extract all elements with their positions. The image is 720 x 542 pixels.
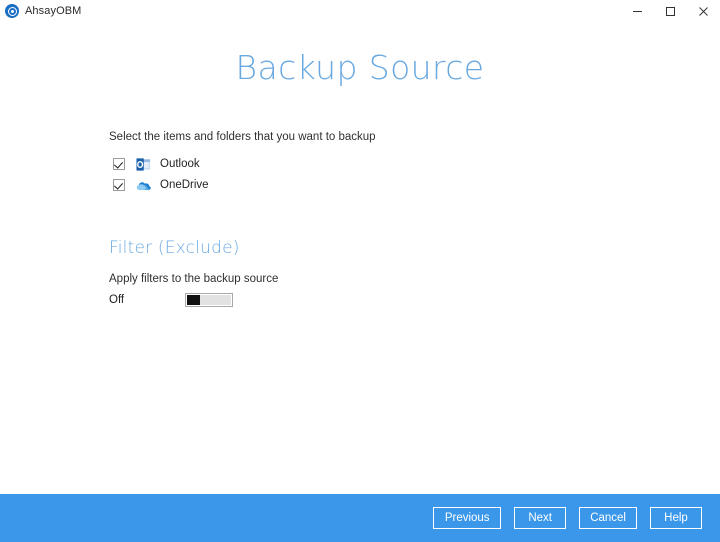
cancel-button[interactable]: Cancel xyxy=(579,507,637,529)
close-icon xyxy=(699,6,708,16)
app-title: AhsayOBM xyxy=(25,4,82,17)
filter-toggle-switch[interactable] xyxy=(185,292,233,307)
backup-source-item-label: Outlook xyxy=(160,157,200,170)
help-button[interactable]: Help xyxy=(650,507,702,529)
outlook-icon xyxy=(136,158,151,171)
backup-source-item-onedrive[interactable]: OneDrive xyxy=(109,175,669,196)
toggle-track xyxy=(200,294,231,305)
title-bar: AhsayOBM xyxy=(0,0,720,22)
filter-section-title: Filter (Exclude) xyxy=(109,237,240,258)
main-content: Select the items and folders that you wa… xyxy=(109,131,669,308)
minimize-button[interactable] xyxy=(621,0,654,22)
minimize-icon xyxy=(633,10,642,12)
maximize-button[interactable] xyxy=(654,0,687,22)
footer-bar: Previous Next Cancel Help xyxy=(0,494,720,542)
close-button[interactable] xyxy=(687,0,720,22)
toggle-knob xyxy=(187,294,200,305)
onedrive-icon xyxy=(136,182,151,190)
page-title: Backup Source xyxy=(235,48,485,87)
previous-button[interactable]: Previous xyxy=(433,507,502,529)
checkbox-onedrive[interactable] xyxy=(113,179,125,192)
window-controls xyxy=(621,0,720,22)
filter-toggle-label: Off xyxy=(109,293,125,306)
next-button[interactable]: Next xyxy=(514,507,567,529)
checkbox-outlook[interactable] xyxy=(113,158,125,171)
filter-toggle-row: Off xyxy=(109,292,669,308)
backup-source-item-label: OneDrive xyxy=(160,178,209,191)
backup-source-item-outlook[interactable]: Outlook xyxy=(109,154,669,175)
ahsay-circle-icon xyxy=(5,4,19,18)
title-bar-left: AhsayOBM xyxy=(0,4,81,18)
maximize-icon xyxy=(666,6,675,16)
backup-source-instruction: Select the items and folders that you wa… xyxy=(109,131,376,143)
filter-description: Apply filters to the backup source xyxy=(109,272,279,285)
